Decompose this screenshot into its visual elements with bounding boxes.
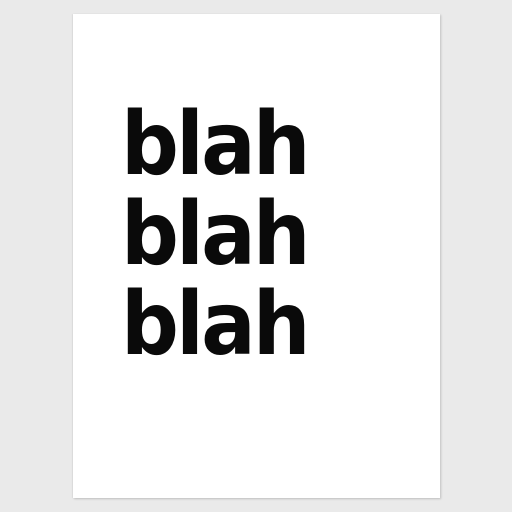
poster: blah blah blah (73, 14, 440, 498)
poster-text-block: blah blah blah (121, 99, 421, 369)
poster-line-3: blah (121, 273, 310, 375)
poster-line-2: blah (121, 183, 310, 285)
poster-line-1: blah (121, 93, 310, 195)
